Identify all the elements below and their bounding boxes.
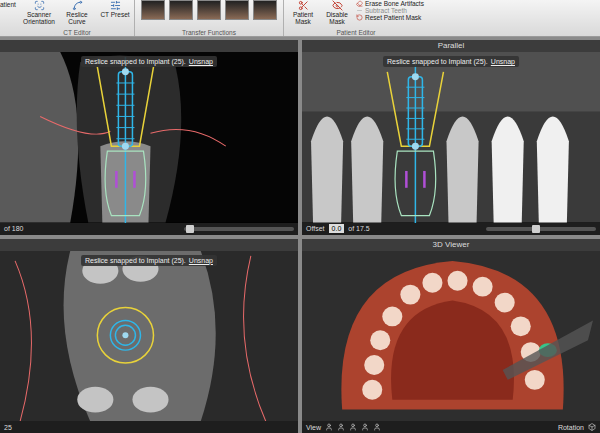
toolbar-button[interactable]: CT Preset bbox=[98, 0, 132, 29]
parallel-image[interactable] bbox=[302, 52, 600, 223]
view-preset-icon[interactable] bbox=[349, 423, 357, 431]
unsnap-link[interactable]: Unsnap bbox=[189, 257, 213, 264]
implant-icon[interactable] bbox=[97, 57, 153, 223]
view-preset-icon[interactable] bbox=[361, 423, 369, 431]
panel-footer: Offset 0.0of 17.5 bbox=[302, 223, 600, 235]
transfer-thumbnail[interactable] bbox=[141, 0, 165, 20]
panel-header: 3D Viewer bbox=[302, 239, 600, 251]
viewport-panel: Reslice snapped to Implant (25).Unsnap of… bbox=[0, 40, 298, 235]
patient-editor-group: Patient MaskDisable Mask Erase Bone Artif… bbox=[284, 0, 428, 36]
toolbar-button[interactable]: Disable Mask bbox=[322, 0, 352, 29]
viewport[interactable]: Reslice snapped to Implant (25).Unsnap bbox=[0, 251, 298, 422]
snap-badge: Reslice snapped to Implant (25).Unsnap bbox=[81, 255, 217, 266]
group-label: Transfer Functions bbox=[182, 29, 236, 36]
view-preset-icon[interactable] bbox=[373, 423, 381, 431]
toolbar: atientScanner OrientationReslice CurveCT… bbox=[0, 0, 600, 37]
footer-text: of 180 bbox=[4, 225, 23, 232]
transfer-thumbnail[interactable] bbox=[197, 0, 221, 20]
ct-editor-group: Scanner OrientationReslice CurveCT Prese… bbox=[20, 0, 135, 36]
slice-slider[interactable] bbox=[184, 227, 294, 231]
viewport-grid: Reslice snapped to Implant (25).Unsnap of… bbox=[0, 37, 600, 433]
viewport[interactable]: Reslice snapped to Implant (25).Unsnap bbox=[302, 52, 600, 223]
panel-footer: of 180 bbox=[0, 223, 298, 235]
transfer-functions-group: Transfer Functions bbox=[135, 0, 284, 36]
snap-badge: Reslice snapped to Implant (25).Unsnap bbox=[81, 56, 217, 67]
unsnap-link[interactable]: Unsnap bbox=[491, 58, 515, 65]
implant-axial-icon[interactable] bbox=[97, 307, 153, 363]
panel-title: Parallel bbox=[438, 42, 465, 50]
toolbar-button[interactable]: Reslice Curve bbox=[60, 0, 94, 29]
unsnap-link[interactable]: Unsnap bbox=[189, 58, 213, 65]
implant-icon[interactable] bbox=[387, 62, 443, 223]
patient-action[interactable]: Subtract Teeth bbox=[356, 7, 424, 14]
transfer-thumbnail[interactable] bbox=[253, 0, 277, 20]
panel-footer: 25 bbox=[0, 421, 298, 433]
viewport-panel: Reslice snapped to Implant (25).Unsnap 25 bbox=[0, 239, 298, 433]
view-preset-icon[interactable] bbox=[337, 423, 345, 431]
rotation-label: Rotation bbox=[558, 424, 584, 431]
transfer-thumbnail[interactable] bbox=[225, 0, 249, 20]
viewport[interactable] bbox=[302, 251, 600, 422]
panel-header bbox=[0, 239, 298, 251]
panel-header: Parallel bbox=[302, 40, 600, 52]
viewport-panel: Parallel Reslice snapped to Implant (25).… bbox=[302, 40, 600, 235]
footer-label: View bbox=[306, 424, 321, 431]
3d-model-image[interactable] bbox=[302, 251, 600, 422]
group-label: Patient Editor bbox=[336, 29, 375, 36]
app: atientScanner OrientationReslice CurveCT… bbox=[0, 0, 600, 433]
footer-text: of 17.5 bbox=[348, 225, 369, 232]
axial-image[interactable] bbox=[0, 251, 298, 422]
patient-action[interactable]: Reset Patient Mask bbox=[356, 14, 424, 21]
footer-value[interactable]: 0.0 bbox=[329, 224, 345, 233]
transfer-thumbnail[interactable] bbox=[169, 0, 193, 20]
footer-text: 25 bbox=[4, 424, 12, 431]
toolbar-button[interactable]: Patient Mask bbox=[288, 0, 318, 29]
panel-footer: View Rotation bbox=[302, 421, 600, 433]
viewport-panel: 3D Viewer View Rotation bbox=[302, 239, 600, 433]
group-label: CT Editor bbox=[63, 29, 90, 36]
rotation-icon[interactable] bbox=[588, 423, 596, 431]
cut-label: atient bbox=[0, 0, 20, 36]
view-preset-icon[interactable] bbox=[325, 423, 333, 431]
snap-badge: Reslice snapped to Implant (25).Unsnap bbox=[383, 56, 519, 67]
panel-title: 3D Viewer bbox=[433, 241, 470, 249]
footer-label: Offset bbox=[306, 225, 325, 232]
viewport[interactable]: Reslice snapped to Implant (25).Unsnap bbox=[0, 52, 298, 223]
toolbar-button[interactable]: Scanner Orientation bbox=[22, 0, 56, 29]
cross-section-image[interactable] bbox=[0, 52, 298, 223]
patient-action[interactable]: Erase Bone Artifacts bbox=[356, 0, 424, 7]
panel-header bbox=[0, 40, 298, 52]
slice-slider[interactable] bbox=[486, 227, 596, 231]
